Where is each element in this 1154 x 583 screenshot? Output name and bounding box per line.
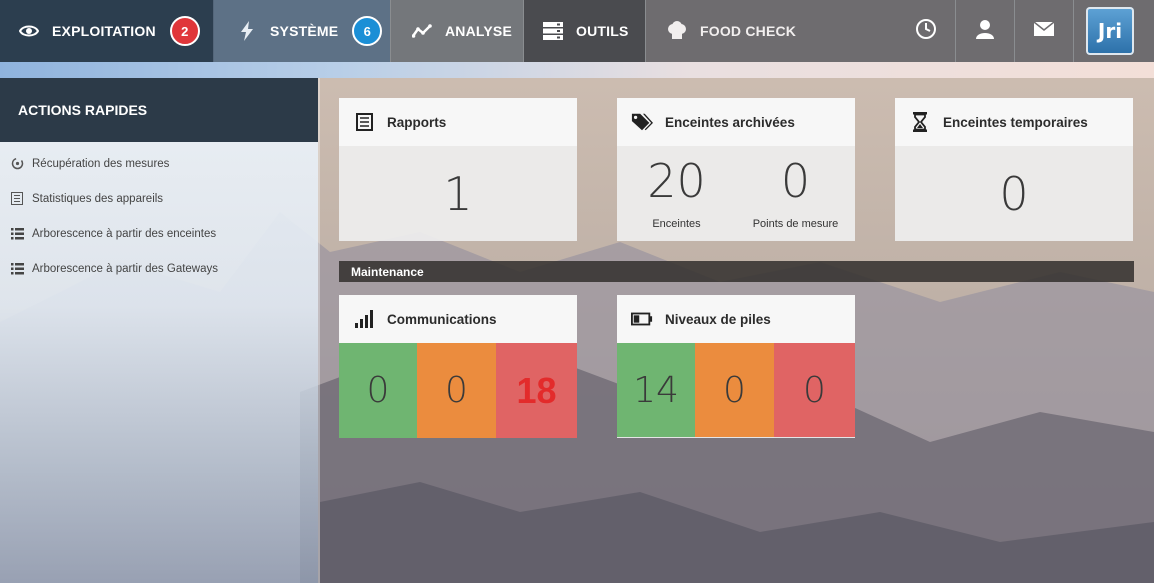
- sidebar-item-statistiques-appareils[interactable]: Statistiques des appareils: [0, 181, 318, 216]
- nav-tab-label: SYSTÈME: [270, 23, 339, 39]
- communications-warning-count[interactable]: 0: [417, 343, 496, 438]
- clock-icon: [915, 18, 937, 45]
- hourglass-icon: [909, 112, 931, 132]
- refresh-icon: [10, 157, 24, 171]
- points-mesure-stat: 0 Points de mesure: [736, 154, 855, 230]
- card-header: Enceintes archivées: [617, 98, 855, 146]
- temporaires-count: 0: [999, 166, 1029, 221]
- niveaux-piles-card[interactable]: Niveaux de piles 14 0 0: [617, 295, 855, 438]
- maintenance-section-header: Maintenance: [339, 261, 1134, 282]
- header-accent-strip: [0, 62, 1154, 78]
- nav-tab-label: ANALYSE: [445, 23, 513, 39]
- card-title: Communications: [387, 311, 497, 327]
- enceintes-count: 20: [647, 154, 706, 208]
- card-title: Rapports: [387, 114, 447, 130]
- tags-icon: [631, 112, 653, 132]
- rapports-card[interactable]: Rapports 1: [339, 98, 577, 241]
- card-header: Rapports: [339, 98, 577, 146]
- enceintes-stat: 20 Enceintes: [617, 154, 736, 230]
- card-body: 0 0 18: [339, 343, 577, 438]
- signal-icon: [353, 309, 375, 329]
- sidebar: ACTIONS RAPIDES Récupération des mesures…: [0, 78, 318, 583]
- piles-ok-count[interactable]: 14: [617, 343, 695, 437]
- user-button[interactable]: [956, 0, 1015, 62]
- nav-tab-exploitation[interactable]: EXPLOITATION 2: [0, 0, 213, 62]
- sidebar-item-recuperation-mesures[interactable]: Récupération des mesures: [0, 146, 318, 181]
- line-chart-icon: [411, 20, 433, 42]
- top-navigation: EXPLOITATION 2 SYSTÈME 6 ANALYSE OUTILS …: [0, 0, 1154, 62]
- nav-tab-label: OUTILS: [576, 23, 629, 39]
- card-header: Enceintes temporaires: [895, 98, 1133, 146]
- card-title: Enceintes temporaires: [943, 114, 1088, 130]
- nav-tab-label: FOOD CHECK: [700, 23, 797, 39]
- bolt-icon: [236, 20, 258, 42]
- chef-hat-icon: [666, 20, 688, 42]
- card-body: 0: [895, 146, 1133, 241]
- history-button[interactable]: [897, 0, 956, 62]
- card-body: 1: [339, 146, 577, 241]
- card-title: Enceintes archivées: [665, 114, 795, 130]
- list-icon: [10, 227, 24, 241]
- jri-logo[interactable]: Jri: [1086, 7, 1134, 55]
- report-icon: [353, 112, 375, 132]
- sidebar-item-label: Arborescence à partir des enceintes: [32, 227, 217, 240]
- card-header: Niveaux de piles: [617, 295, 855, 343]
- nav-tab-food-check[interactable]: FOOD CHECK: [645, 0, 825, 62]
- notification-badge: 2: [169, 16, 200, 46]
- piles-warning-count[interactable]: 0: [695, 343, 774, 437]
- points-mesure-label: Points de mesure: [752, 218, 839, 230]
- quick-actions-list: Récupération des mesures Statistiques de…: [0, 142, 318, 286]
- rapports-count: 1: [443, 166, 473, 221]
- messages-button[interactable]: [1015, 0, 1074, 62]
- communications-card[interactable]: Communications 0 0 18: [339, 295, 577, 438]
- mail-icon: [1033, 20, 1055, 41]
- enceintes-archivees-card[interactable]: Enceintes archivées 20 Enceintes 0 Point…: [617, 98, 855, 241]
- sidebar-title: ACTIONS RAPIDES: [0, 78, 318, 142]
- communications-ok-count[interactable]: 0: [339, 343, 417, 438]
- nav-right-tools: Jri: [897, 0, 1154, 62]
- sidebar-item-label: Statistiques des appareils: [32, 192, 164, 205]
- piles-alert-count[interactable]: 0: [774, 343, 855, 437]
- nav-tab-analyse[interactable]: ANALYSE: [390, 0, 523, 62]
- sidebar-item-label: Récupération des mesures: [32, 157, 170, 170]
- points-mesure-count: 0: [780, 154, 811, 208]
- sidebar-item-arborescence-enceintes[interactable]: Arborescence à partir des enceintes: [0, 216, 318, 251]
- card-body: 20 Enceintes 0 Points de mesure: [617, 146, 855, 241]
- user-icon: [975, 19, 995, 44]
- card-header: Communications: [339, 295, 577, 343]
- enceintes-temporaires-card[interactable]: Enceintes temporaires 0: [895, 98, 1133, 241]
- list-icon: [10, 262, 24, 276]
- eye-icon: [18, 20, 40, 42]
- nav-tab-systeme[interactable]: SYSTÈME 6: [213, 0, 390, 62]
- battery-icon: [631, 309, 653, 329]
- report-icon: [10, 192, 24, 206]
- sidebar-item-arborescence-gateways[interactable]: Arborescence à partir des Gateways: [0, 251, 318, 286]
- sidebar-divider: [318, 78, 320, 583]
- nav-tab-label: EXPLOITATION: [52, 23, 156, 39]
- server-icon: [542, 20, 564, 42]
- card-body: 14 0 0: [617, 343, 855, 437]
- communications-alert-count[interactable]: 18: [496, 343, 577, 438]
- enceintes-label: Enceintes: [652, 218, 701, 230]
- sidebar-item-label: Arborescence à partir des Gateways: [32, 262, 219, 275]
- nav-tab-outils[interactable]: OUTILS: [523, 0, 645, 62]
- notification-badge: 6: [352, 16, 383, 46]
- card-title: Niveaux de piles: [665, 311, 771, 327]
